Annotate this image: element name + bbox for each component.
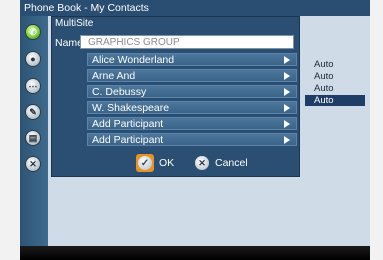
arrow-right-icon: [284, 88, 290, 96]
tools-icon[interactable]: ✎: [25, 104, 41, 120]
arrow-right-icon: [284, 120, 290, 128]
window-title: Phone Book - My Contacts: [20, 0, 370, 16]
record-icon[interactable]: ●: [25, 51, 41, 67]
ok-button[interactable]: ✓ OK: [136, 154, 174, 172]
screen: Phone Book - My Contacts ✆ ● ⋯ ✎ ▤ ✕ Mul…: [20, 0, 370, 260]
participant-label: Add Participant: [92, 134, 164, 146]
participant-label: C. Debussy: [92, 86, 147, 98]
participant-label: Add Participant: [92, 118, 164, 130]
name-input[interactable]: [80, 35, 294, 49]
cancel-button[interactable]: ✕ Cancel: [195, 154, 248, 172]
add-participant-row[interactable]: Add Participant: [87, 117, 297, 130]
close-icon[interactable]: ✕: [25, 156, 41, 172]
participant-row[interactable]: Arne And: [87, 69, 297, 82]
name-label: Name: [55, 37, 84, 49]
participant-label: Alice Wonderland: [92, 54, 175, 66]
keypad-icon[interactable]: ⋯: [25, 78, 41, 94]
rate-option[interactable]: Auto: [305, 83, 365, 94]
cancel-label: Cancel: [215, 157, 248, 169]
participant-row[interactable]: Alice Wonderland: [87, 53, 297, 66]
rate-option[interactable]: Auto: [305, 71, 365, 82]
participant-label: Arne And: [92, 70, 136, 82]
arrow-right-icon: [284, 72, 290, 80]
arrow-right-icon: [284, 104, 290, 112]
ok-label: OK: [159, 157, 175, 169]
ok-icon: ✓: [136, 154, 154, 172]
arrow-right-icon: [284, 56, 290, 64]
arrow-right-icon: [284, 136, 290, 144]
sidebar: ✆ ● ⋯ ✎ ▤ ✕: [20, 16, 48, 246]
dialog-title: MultiSite: [55, 18, 94, 29]
participant-row[interactable]: W. Shakespeare: [87, 101, 297, 114]
add-participant-row[interactable]: Add Participant: [87, 133, 297, 146]
participant-row[interactable]: C. Debussy: [87, 85, 297, 98]
info-icon[interactable]: ▤: [25, 130, 41, 146]
cancel-icon: ✕: [195, 156, 209, 170]
phone-green-icon[interactable]: ✆: [25, 24, 41, 40]
rate-option-selected[interactable]: Auto: [305, 95, 365, 106]
participant-label: W. Shakespeare: [92, 102, 170, 114]
multisite-dialog: MultiSite Name Alice Wonderland Arne And…: [51, 16, 300, 177]
rate-option[interactable]: Auto: [305, 59, 365, 70]
